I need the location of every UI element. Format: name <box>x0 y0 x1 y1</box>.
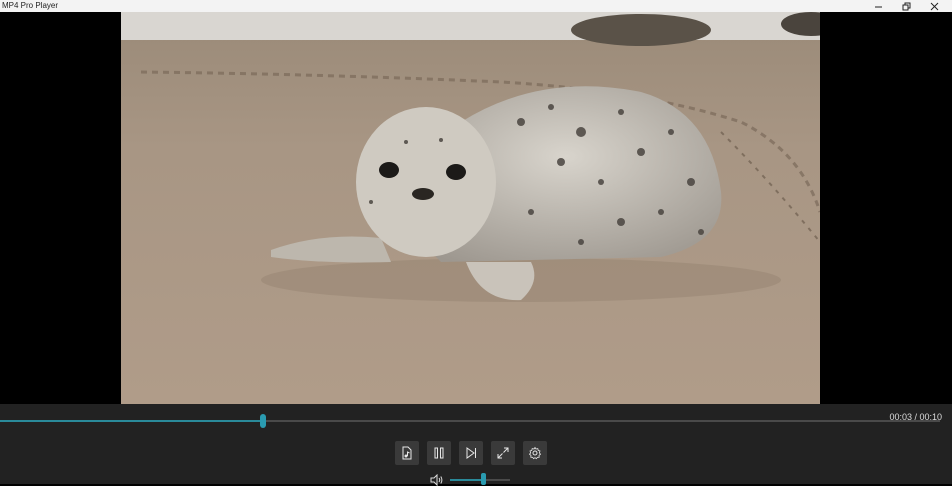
playback-controls <box>395 441 547 465</box>
control-bar: 00:03 / 00:10 <box>0 404 952 486</box>
fullscreen-button[interactable] <box>491 441 515 465</box>
seek-progress <box>0 420 263 422</box>
speaker-icon <box>430 474 443 486</box>
minimize-icon <box>874 6 882 7</box>
volume-control <box>430 473 510 486</box>
title-bar: MP4 Pro Player <box>0 0 952 12</box>
restore-button[interactable] <box>892 0 920 12</box>
volume-slider[interactable] <box>450 473 510 485</box>
close-icon <box>930 2 938 10</box>
video-content-image <box>121 12 820 404</box>
gear-icon <box>528 446 542 460</box>
seek-thumb[interactable] <box>260 414 266 428</box>
video-viewport[interactable] <box>0 12 952 404</box>
volume-fill <box>450 479 483 481</box>
time-display: 00:03 / 00:10 <box>889 412 942 422</box>
skip-next-icon <box>466 447 476 459</box>
volume-thumb[interactable] <box>481 473 486 485</box>
next-button[interactable] <box>459 441 483 465</box>
window-title: MP4 Pro Player <box>2 1 59 10</box>
expand-icon <box>497 447 509 459</box>
close-button[interactable] <box>920 0 948 12</box>
settings-button[interactable] <box>523 441 547 465</box>
video-frame[interactable] <box>121 12 820 404</box>
pause-button[interactable] <box>427 441 451 465</box>
file-audio-icon <box>402 446 412 460</box>
pause-icon <box>434 447 444 459</box>
minimize-button[interactable] <box>864 0 892 12</box>
open-file-button[interactable] <box>395 441 419 465</box>
restore-icon <box>902 2 910 10</box>
